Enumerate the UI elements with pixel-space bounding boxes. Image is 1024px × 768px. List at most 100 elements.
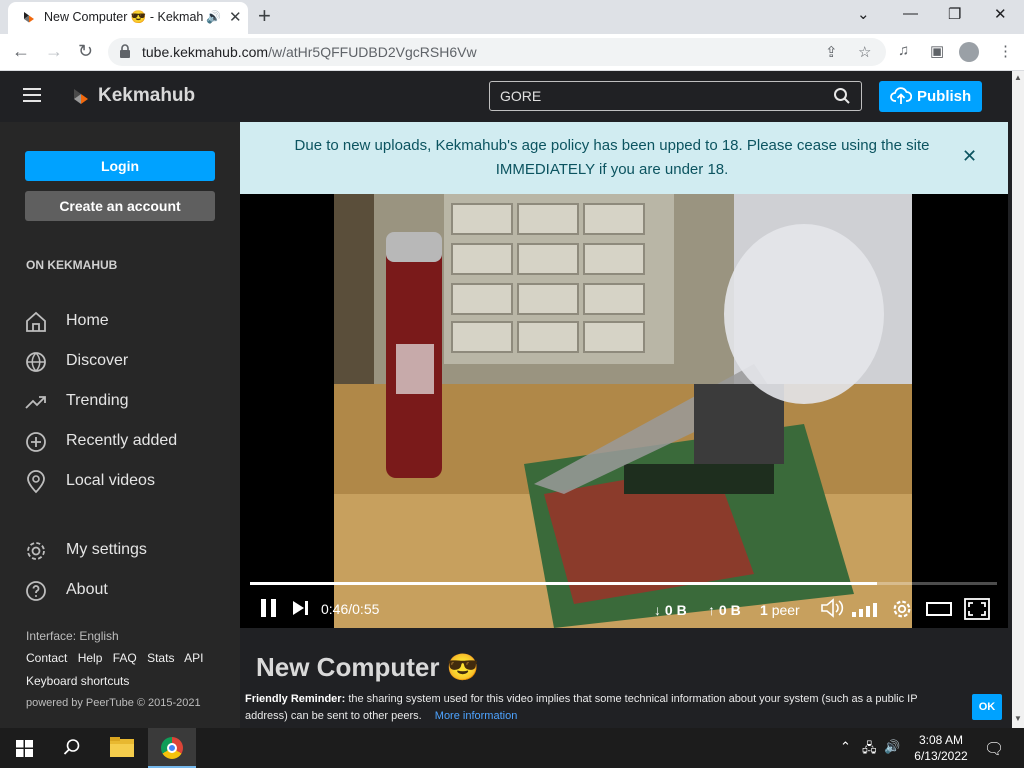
- search-input[interactable]: GORE: [489, 81, 862, 111]
- peertube-logo-icon[interactable]: [70, 87, 90, 107]
- video-frame[interactable]: [334, 194, 912, 628]
- reminder-ok-button[interactable]: OK: [972, 694, 1002, 720]
- download-stat: ↓ 0 B: [654, 602, 687, 618]
- search-input-value[interactable]: GORE: [500, 88, 541, 104]
- sidebar-item-label: About: [66, 581, 108, 598]
- footer-link-faq[interactable]: FAQ: [113, 651, 137, 665]
- scroll-up-arrow-icon[interactable]: ▲: [1014, 73, 1022, 82]
- sidebar-item-discover[interactable]: Discover: [24, 348, 224, 374]
- browser-toolbar: ← → ↻ tube.kekmahub.com/w/atHr5QFFUDBD2V…: [0, 34, 1024, 71]
- speaker-icon[interactable]: 🔊: [884, 739, 900, 755]
- more-information-link[interactable]: More information: [435, 710, 518, 722]
- bookmark-star-icon[interactable]: ☆: [858, 43, 871, 61]
- windows-start-icon[interactable]: [16, 740, 33, 757]
- reminder-title: Friendly Reminder:: [245, 693, 346, 705]
- sidebar-item-label: Trending: [66, 392, 129, 409]
- minimize-button[interactable]: —: [903, 5, 918, 22]
- sidebar-item-recently-added[interactable]: Recently added: [24, 428, 224, 454]
- lock-icon[interactable]: [119, 44, 131, 58]
- interface-language[interactable]: Interface: English: [26, 629, 119, 643]
- sidebar-item-home[interactable]: Home: [24, 308, 224, 334]
- file-explorer-icon[interactable]: [110, 737, 134, 757]
- next-icon[interactable]: [292, 600, 310, 616]
- footer-link-api[interactable]: API: [184, 651, 203, 665]
- url-text[interactable]: tube.kekmahub.com/w/atHr5QFFUDBD2VgcRSH6…: [142, 44, 477, 60]
- peers-stat: 1 peer: [760, 602, 800, 618]
- search-icon[interactable]: [833, 87, 851, 105]
- profile-avatar[interactable]: [959, 42, 979, 62]
- theater-mode-icon[interactable]: [926, 600, 952, 618]
- login-button[interactable]: Login: [25, 151, 215, 181]
- footer-link-help[interactable]: Help: [78, 651, 103, 665]
- sidebar-item-local-videos[interactable]: Local videos: [24, 468, 224, 494]
- gear-icon: [27, 542, 45, 560]
- time-display: 0:46/0:55: [321, 601, 380, 617]
- footer-link-stats[interactable]: Stats: [147, 651, 174, 665]
- question-icon: [26, 581, 46, 601]
- settings-gear-icon[interactable]: [891, 598, 913, 620]
- close-window-button[interactable]: ✕: [994, 5, 1007, 23]
- publish-button[interactable]: Publish: [879, 81, 982, 112]
- site-brand[interactable]: Kekmahub: [98, 85, 195, 107]
- video-player[interactable]: 0:46/0:55 ↓ 0 B ↑ 0 B 1 peer: [240, 194, 1008, 628]
- taskbar-search-icon[interactable]: [63, 738, 81, 756]
- home-icon: [26, 311, 46, 332]
- browser-tab[interactable]: New Computer 😎 - Kekmahub 🔊 ✕: [8, 2, 248, 34]
- close-tab-icon[interactable]: ✕: [229, 8, 242, 26]
- tab-title: New Computer 😎 - Kekmahub: [44, 10, 204, 24]
- clock-date: 6/13/2022: [914, 749, 968, 763]
- video-progress-bar[interactable]: [250, 582, 997, 585]
- taskbar-clock[interactable]: 3:08 AM 6/13/2022: [905, 732, 977, 764]
- tab-search-icon[interactable]: ⌄: [857, 5, 870, 23]
- sidebar-item-my-settings[interactable]: My settings: [24, 537, 224, 563]
- new-tab-button[interactable]: +: [258, 3, 271, 29]
- location-pin-icon: [27, 470, 45, 494]
- page-scrollbar[interactable]: ▲ ▼: [1012, 71, 1024, 728]
- reminder-text: Friendly Reminder: the sharing system us…: [245, 691, 945, 725]
- chrome-menu-icon[interactable]: ⋮: [998, 42, 1013, 60]
- powered-by-text[interactable]: powered by PeerTube © 2015-2021: [26, 697, 201, 709]
- browser-tab-strip: New Computer 😎 - Kekmahub 🔊 ✕ + ⌄ — ❐ ✕: [0, 0, 1024, 34]
- globe-icon: [26, 352, 46, 373]
- upload-stat: ↑ 0 B: [708, 602, 741, 618]
- sidebar-item-trending[interactable]: Trending: [24, 388, 224, 414]
- side-panel-icon[interactable]: ▣: [930, 42, 944, 60]
- audio-playing-icon[interactable]: 🔊: [206, 10, 221, 24]
- media-control-icon[interactable]: ♫: [898, 42, 909, 59]
- reminder-body: the sharing system used for this video i…: [245, 693, 918, 722]
- create-account-button[interactable]: Create an account: [25, 191, 215, 221]
- sidebar-item-label: Home: [66, 312, 109, 329]
- reload-button[interactable]: ↻: [78, 41, 93, 62]
- restore-button[interactable]: ❐: [948, 5, 961, 23]
- banner-text: Due to new uploads, Kekmahub's age polic…: [294, 137, 930, 178]
- tray-overflow-icon[interactable]: ⌃: [840, 739, 851, 755]
- keyboard-shortcuts-link[interactable]: Keyboard shortcuts: [26, 674, 129, 688]
- fullscreen-icon[interactable]: [964, 598, 990, 620]
- taskbar-chrome-button[interactable]: [148, 728, 196, 768]
- p2p-reminder-notice: Friendly Reminder: the sharing system us…: [240, 686, 1012, 728]
- notification-icon[interactable]: 🗨: [984, 739, 1004, 759]
- scroll-down-arrow-icon[interactable]: ▼: [1014, 714, 1022, 723]
- video-progress-fill: [250, 582, 878, 585]
- windows-taskbar: ⌃ 🖧 🔊 3:08 AM 6/13/2022 🗨: [0, 728, 1024, 768]
- pause-icon[interactable]: [260, 598, 278, 618]
- network-icon[interactable]: 🖧: [862, 739, 877, 761]
- share-icon[interactable]: ⇪: [825, 43, 838, 61]
- peertube-favicon-icon: [24, 12, 34, 23]
- back-button[interactable]: ←: [12, 41, 30, 62]
- hamburger-menu-icon[interactable]: [23, 88, 41, 102]
- sidebar-section-label: ON KEKMAHUB: [26, 258, 118, 272]
- age-policy-banner: Due to new uploads, Kekmahub's age polic…: [240, 122, 1008, 194]
- footer-link-contact[interactable]: Contact: [26, 651, 67, 665]
- address-bar[interactable]: tube.kekmahub.com/w/atHr5QFFUDBD2VgcRSH6…: [108, 38, 886, 66]
- forward-button[interactable]: →: [45, 41, 63, 62]
- video-title: New Computer 😎: [256, 652, 480, 682]
- footer-links: Contact Help FAQ Stats API: [26, 651, 210, 665]
- volume-icon[interactable]: [820, 598, 846, 618]
- volume-level-icon[interactable]: [851, 601, 879, 617]
- sidebar-item-about[interactable]: About: [24, 577, 224, 603]
- sidebar: Login Create an account ON KEKMAHUB Home…: [0, 122, 240, 728]
- chrome-icon: [161, 737, 183, 759]
- trending-icon: [25, 396, 46, 409]
- banner-close-icon[interactable]: ✕: [962, 146, 977, 167]
